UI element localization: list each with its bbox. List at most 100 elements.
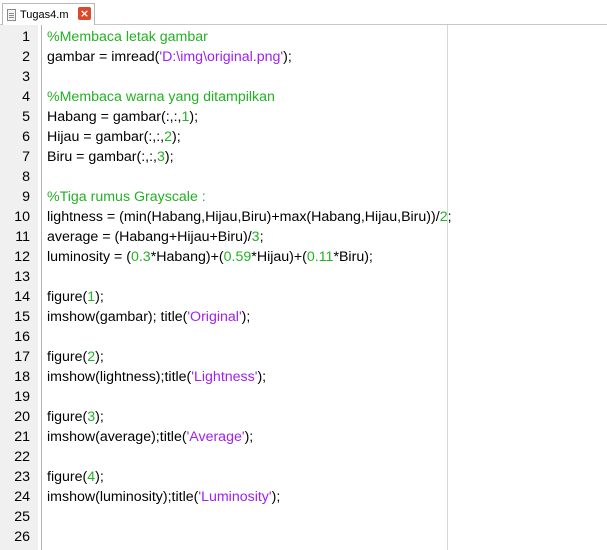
line-number: 23 xyxy=(14,469,30,485)
tab-tugas4[interactable]: Tugas4.m × xyxy=(2,3,95,25)
code-number: 1 xyxy=(87,289,96,305)
code-line[interactable]: 9 %Tiga rumus Grayscale : xyxy=(0,187,607,207)
code-text: ; xyxy=(447,209,452,225)
code-number: 2 xyxy=(439,209,448,225)
code-text: *Hijau)+( xyxy=(251,249,307,265)
code-line[interactable]: 7 Biru = gambar(:,:,3); xyxy=(0,147,607,167)
code-string: 'Original' xyxy=(187,309,242,325)
code-content: Habang = gambar(:,:,1); xyxy=(47,109,198,125)
code-text: ); xyxy=(164,149,174,165)
code-content: figure(3); xyxy=(47,409,104,425)
line-number: 26 xyxy=(14,529,30,545)
code-text: ); xyxy=(283,49,292,65)
code-line[interactable]: 18 imshow(lightness);title('Lightness'); xyxy=(0,367,607,387)
line-number: 21 xyxy=(14,429,30,445)
line-number: 17 xyxy=(14,349,30,365)
code-line[interactable]: 12 luminosity = (0.3*Habang)+(0.59*Hijau)… xyxy=(0,247,607,267)
code-line[interactable]: 3 xyxy=(0,67,607,87)
code-text: imshow(average);title( xyxy=(47,429,187,445)
line-number: 25 xyxy=(14,509,30,525)
code-text: Hijau = gambar(:,:, xyxy=(47,129,165,145)
line-number: 10 xyxy=(14,209,30,225)
code-line[interactable]: 1 %Membaca letak gambar xyxy=(0,27,607,47)
line-number: 20 xyxy=(14,409,30,425)
code-line[interactable]: 2 gambar = imread('D:\img\original.png'); xyxy=(0,47,607,67)
line-number: 14 xyxy=(14,289,30,305)
line-number: 18 xyxy=(14,369,30,385)
code-content: figure(4); xyxy=(47,469,104,485)
code-text: *Habang)+( xyxy=(150,249,224,265)
code-text: ); xyxy=(257,369,267,385)
code-comment: %Tiga rumus Grayscale : xyxy=(47,189,206,205)
code-line[interactable]: 13 xyxy=(0,267,607,287)
code-text: ; xyxy=(259,229,264,245)
code-line[interactable]: 4 %Membaca warna yang ditampilkan xyxy=(0,87,607,107)
code-text: figure( xyxy=(47,409,88,425)
code-number: 0.59 xyxy=(223,249,252,265)
code-line[interactable]: 11 average = (Habang+Hijau+Biru)/3; xyxy=(0,227,607,247)
code-content: Biru = gambar(:,:,3); xyxy=(47,149,174,165)
code-comment: %Membaca letak gambar xyxy=(47,29,208,45)
code-line[interactable]: 19 xyxy=(0,387,607,407)
code-text: ); xyxy=(172,129,181,145)
code-number: 0.3 xyxy=(130,249,151,265)
code-text: ); xyxy=(241,309,251,325)
code-content: imshow(average);title('Average'); xyxy=(47,429,253,445)
code-text: figure( xyxy=(47,289,88,305)
code-number: 4 xyxy=(87,469,96,485)
code-content: luminosity = (0.3*Habang)+(0.59*Hijau)+(… xyxy=(47,249,373,265)
code-string: 'Lightness' xyxy=(191,369,258,385)
code-text: imshow(gambar); title( xyxy=(47,309,188,325)
code-line[interactable]: 17 figure(2); xyxy=(0,347,607,367)
code-text: ); xyxy=(95,409,104,425)
code-text: ); xyxy=(244,429,254,445)
code-line[interactable]: 23 figure(4); xyxy=(0,467,607,487)
code-line[interactable]: 5 Habang = gambar(:,:,1); xyxy=(0,107,607,127)
code-content: %Membaca warna yang ditampilkan xyxy=(47,89,275,105)
code-content: Hijau = gambar(:,:,2); xyxy=(47,129,181,145)
code-text: figure( xyxy=(47,349,88,365)
code-string: 'Average' xyxy=(186,429,245,445)
code-text: ); xyxy=(271,489,281,505)
code-text: lightness = (min(Habang,Hijau,Biru)+max(… xyxy=(47,209,440,225)
code-content: lightness = (min(Habang,Hijau,Biru)+max(… xyxy=(47,209,452,225)
code-text: imshow(lightness);title( xyxy=(47,369,192,385)
code-number: 2 xyxy=(164,129,172,145)
code-text: ); xyxy=(189,109,199,125)
code-line[interactable]: 26 xyxy=(0,527,607,547)
code-line[interactable]: 24 imshow(luminosity);title('Luminosity')… xyxy=(0,487,607,507)
line-number: 3 xyxy=(22,69,30,85)
code-line[interactable]: 10 lightness = (min(Habang,Hijau,Biru)+ma… xyxy=(0,207,607,227)
code-content: average = (Habang+Hijau+Biru)/3; xyxy=(47,229,264,245)
code-text: *Biru); xyxy=(333,249,373,265)
code-editor[interactable]: 1 %Membaca letak gambar 2 gambar = imread('… xyxy=(0,27,607,547)
line-number: 15 xyxy=(14,309,30,325)
code-line[interactable]: 21 imshow(average);title('Average'); xyxy=(0,427,607,447)
code-text: average = (Habang+Hijau+Biru)/ xyxy=(47,229,252,245)
code-line[interactable]: 16 xyxy=(0,327,607,347)
line-number: 4 xyxy=(22,89,30,105)
code-text: figure( xyxy=(47,469,88,485)
code-content: imshow(gambar); title('Original'); xyxy=(47,309,250,325)
tab-filename: Tugas4.m xyxy=(20,8,69,21)
code-text: ); xyxy=(95,349,104,365)
code-content: imshow(lightness);title('Lightness'); xyxy=(47,369,266,385)
line-number: 8 xyxy=(22,169,30,185)
code-content: gambar = imread('D:\img\original.png'); xyxy=(47,49,292,65)
code-line[interactable]: 25 xyxy=(0,507,607,527)
line-number: 1 xyxy=(22,29,30,45)
code-line[interactable]: 14 figure(1); xyxy=(0,287,607,307)
code-line[interactable]: 8 xyxy=(0,167,607,187)
line-number: 16 xyxy=(14,329,30,345)
code-line[interactable]: 20 figure(3); xyxy=(0,407,607,427)
line-number: 6 xyxy=(22,129,30,145)
code-string: 'Luminosity' xyxy=(198,489,272,505)
code-content: figure(2); xyxy=(47,349,104,365)
code-line[interactable]: 15 imshow(gambar); title('Original'); xyxy=(0,307,607,327)
code-content: %Tiga rumus Grayscale : xyxy=(47,189,206,205)
close-icon[interactable]: × xyxy=(78,7,91,20)
editor-tab-bar: Tugas4.m × xyxy=(0,0,607,25)
code-line[interactable]: 6 Hijau = gambar(:,:,2); xyxy=(0,127,607,147)
m-file-icon xyxy=(7,8,16,21)
code-line[interactable]: 22 xyxy=(0,447,607,467)
